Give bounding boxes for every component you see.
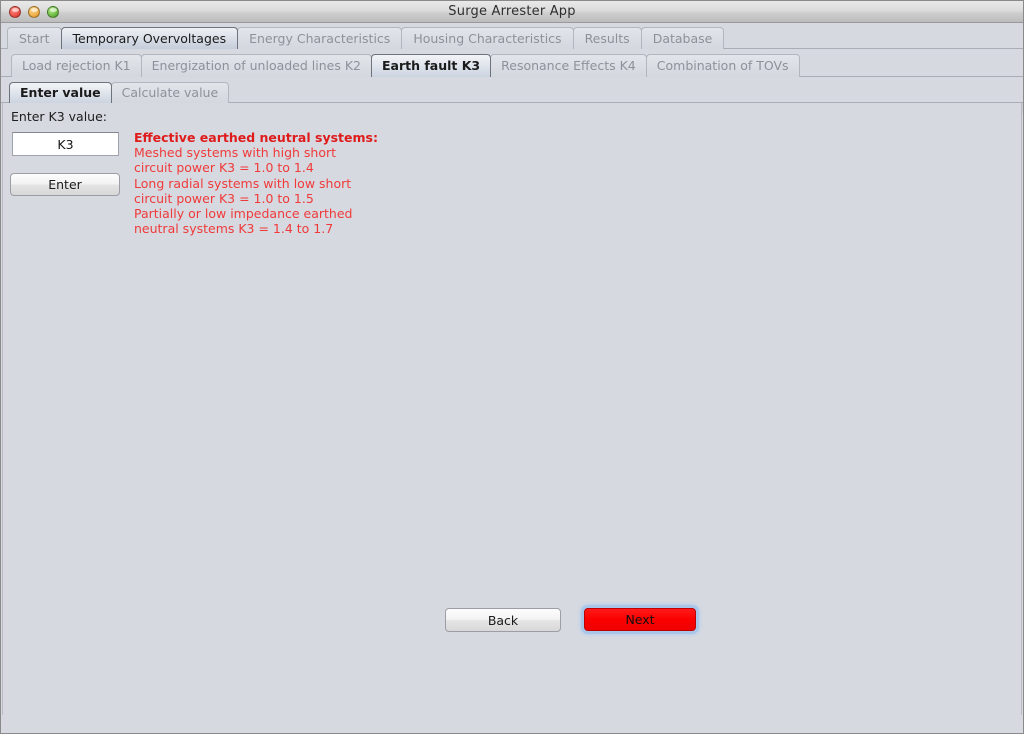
hint-line-4: circuit power K3 = 1.0 to 1.5 [134, 190, 314, 206]
sub-tab-row: Load rejection K1 Energization of unload… [1, 53, 1023, 77]
hint-line-6: neutral systems K3 = 1.4 to 1.7 [134, 221, 334, 237]
main-tab-filler [723, 27, 1023, 49]
main-tabpane: Start Temporary Overvoltages Energy Char… [1, 23, 1023, 103]
window-controls [9, 5, 59, 18]
tab-results[interactable]: Results [572, 27, 642, 49]
content-panel: Enter K3 value: Enter Effective earthed … [2, 103, 1022, 715]
tab-temporary-overvoltages[interactable]: Temporary Overvoltages [60, 27, 239, 49]
tab-energy-characteristics[interactable]: Energy Characteristics [237, 27, 403, 49]
tab-housing-characteristics[interactable]: Housing Characteristics [401, 27, 574, 49]
subtab-resonance-effects-k4[interactable]: Resonance Effects K4 [490, 54, 647, 77]
hint-line-2: circuit power K3 = 1.0 to 1.4 [134, 160, 314, 176]
k3-hint-block: Effective earthed neutral systems: Meshe… [134, 130, 378, 236]
modetab-enter-value[interactable]: Enter value [9, 82, 112, 103]
next-button-focus-ring: Next [581, 605, 699, 634]
k3-input[interactable] [12, 132, 119, 156]
k3-form-label: Enter K3 value: [11, 109, 108, 124]
enter-button[interactable]: Enter [10, 173, 120, 196]
tab-start[interactable]: Start [7, 27, 62, 49]
title-bar: Surge Arrester App [1, 1, 1023, 23]
subtab-energization-unloaded-lines-k2[interactable]: Energization of unloaded lines K2 [140, 54, 372, 77]
tab-database[interactable]: Database [640, 27, 725, 49]
next-button[interactable]: Next [584, 608, 696, 631]
hint-title: Effective earthed neutral systems: [134, 130, 378, 145]
app-window: Surge Arrester App Start Temporary Overv… [0, 0, 1024, 734]
modetab-calculate-value[interactable]: Calculate value [110, 82, 230, 103]
hint-line-3: Long radial systems with low short [134, 175, 352, 191]
mode-tab-row: Enter value Calculate value [1, 81, 1023, 103]
mode-tab-filler [228, 81, 1023, 103]
maximize-window-icon[interactable] [47, 5, 59, 18]
close-window-icon[interactable] [9, 5, 21, 18]
sub-tab-filler [798, 55, 1023, 77]
subtab-load-rejection-k1[interactable]: Load rejection K1 [11, 54, 142, 77]
subtab-combination-of-tovs[interactable]: Combination of TOVs [645, 54, 800, 77]
subtab-earth-fault-k3[interactable]: Earth fault K3 [370, 54, 492, 77]
minimize-window-icon[interactable] [28, 5, 40, 18]
window-title: Surge Arrester App [448, 4, 576, 19]
hint-line-5: Partially or low impedance earthed [134, 206, 353, 222]
main-tab-row: Start Temporary Overvoltages Energy Char… [1, 26, 1023, 49]
back-button[interactable]: Back [445, 608, 561, 632]
hint-line-1: Meshed systems with high short [134, 145, 337, 161]
